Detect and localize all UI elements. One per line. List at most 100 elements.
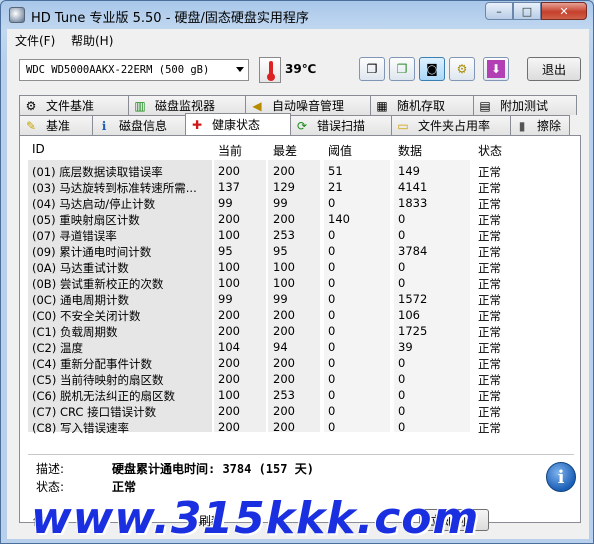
table-row[interactable]: (09) 累计通电时间计数 95 95 0 3784 正常 [28, 242, 572, 259]
tab-file-benchmark[interactable]: ⚙ 文件基准 [19, 95, 129, 115]
cell-data: 0 [398, 228, 406, 242]
tab-label: 附加测试 [500, 99, 549, 113]
tab-label: 文件夹占用率 [418, 119, 491, 133]
table-row[interactable]: (C2) 温度 104 94 0 39 正常 [28, 338, 572, 355]
cell-current: 104 [218, 340, 240, 354]
drive-select[interactable]: WDC WD5000AAKX-22ERM (500 gB) [19, 59, 249, 81]
cell-threshold: 0 [328, 276, 336, 290]
cell-data: 1833 [398, 196, 428, 210]
cell-threshold: 0 [328, 308, 336, 322]
table-row[interactable]: (C8) 写入错误速率 200 200 0 0 正常 [28, 418, 572, 435]
tab-extra-tests[interactable]: ▤ 附加测试 [473, 95, 577, 115]
tab-label: 磁盘监视器 [155, 99, 216, 113]
tab-label: 健康状态 [212, 118, 261, 132]
cell-data: 4141 [398, 180, 428, 194]
save-button[interactable]: ⬇ [483, 57, 509, 81]
menu-file[interactable]: 文件(F) [15, 32, 55, 49]
benchmark-file-icon: ⚙ [25, 98, 37, 113]
tab-folder-usage[interactable]: ▭ 文件夹占用率 [391, 115, 511, 135]
table-row[interactable]: (C4) 重新分配事件计数 200 200 0 0 正常 [28, 354, 572, 371]
random-access-icon: ▦ [376, 98, 388, 113]
tab-benchmark[interactable]: ✎ 基准 [19, 115, 93, 135]
minimize-button[interactable]: – [485, 2, 513, 20]
cell-threshold: 0 [328, 260, 336, 274]
table-row[interactable]: (0B) 尝试重新校正的次数 100 100 0 0 正常 [28, 274, 572, 291]
tab-erase[interactable]: ▮ 擦除 [510, 115, 570, 135]
window-controls: – □ ✕ [485, 2, 587, 20]
tab-disk-info[interactable]: ℹ 磁盘信息 [92, 115, 186, 135]
monitor-icon: ▥ [134, 98, 146, 113]
cell-data: 0 [398, 420, 406, 434]
cell-current: 200 [218, 324, 240, 338]
options-button[interactable]: ⚙ [449, 57, 475, 81]
camera-icon: ◙ [426, 62, 438, 76]
extra-tests-icon: ▤ [479, 98, 491, 113]
header-worst[interactable]: 最差 [273, 142, 297, 159]
settings-icon: ⚙ [456, 62, 468, 76]
table-row[interactable]: (0C) 通电周期计数 99 99 0 1572 正常 [28, 290, 572, 307]
cell-threshold: 0 [328, 244, 336, 258]
copy-screen-button[interactable]: ❐ [389, 57, 415, 81]
exit-button[interactable]: 退出 [527, 57, 581, 81]
table-row[interactable]: (0A) 马达重试计数 100 100 0 0 正常 [28, 258, 572, 275]
close-button[interactable]: ✕ [541, 2, 587, 20]
table-row[interactable]: (04) 马达启动/停止计数 99 99 0 1833 正常 [28, 194, 572, 211]
maximize-button[interactable]: □ [513, 2, 541, 20]
dropdown-arrow-icon [236, 67, 244, 72]
cell-worst: 200 [273, 404, 295, 418]
table-row[interactable]: (C7) CRC 接口错误计数 200 200 0 0 正常 [28, 402, 572, 419]
cell-current: 100 [218, 276, 240, 290]
header-status[interactable]: 状态 [478, 142, 502, 159]
tab-random-access[interactable]: ▦ 随机存取 [370, 95, 474, 115]
tab-disk-monitor[interactable]: ▥ 磁盘监视器 [128, 95, 246, 115]
table-row[interactable]: (C1) 负载周期数 200 200 0 1725 正常 [28, 322, 572, 339]
cell-worst: 200 [273, 164, 295, 178]
copy-screen-icon: ❐ [396, 62, 408, 76]
cell-current: 100 [218, 388, 240, 402]
copy-info-button[interactable]: ❐ [359, 57, 385, 81]
info-icon[interactable]: i [546, 462, 576, 492]
header-threshold[interactable]: 阈值 [328, 142, 352, 159]
copy-info-icon: ❐ [366, 62, 378, 76]
health-cross-icon: ✚ [191, 117, 203, 132]
cell-worst: 99 [273, 196, 288, 210]
cell-worst: 100 [273, 276, 295, 290]
cell-data: 0 [398, 372, 406, 386]
table-row[interactable]: (C5) 当前待映射的扇区数 200 200 0 0 正常 [28, 370, 572, 387]
cell-current: 200 [218, 420, 240, 434]
tab-aam[interactable]: ◀ 自动噪音管理 [245, 95, 371, 115]
cell-data: 0 [398, 212, 406, 226]
cell-worst: 200 [273, 372, 295, 386]
cell-data: 0 [398, 356, 406, 370]
tab-health[interactable]: ✚ 健康状态 [185, 113, 291, 135]
tab-row-bottom: ✎ 基准 ℹ 磁盘信息 ✚ 健康状态 ⟳ 错误扫描 ▭ 文件夹占用率 ▮ 擦除 [19, 113, 570, 135]
cell-worst: 100 [273, 260, 295, 274]
cell-current: 99 [218, 196, 233, 210]
erase-icon: ▮ [518, 118, 526, 133]
table-row[interactable]: (05) 重映射扇区计数 200 200 140 0 正常 [28, 210, 572, 227]
table-row[interactable]: (07) 寻道错误率 100 253 0 0 正常 [28, 226, 572, 243]
table-row[interactable]: (C6) 脱机无法纠正的扇区数 100 253 0 0 正常 [28, 386, 572, 403]
header-data[interactable]: 数据 [398, 142, 422, 159]
table-row[interactable]: (03) 马达旋转到标准转速所需... 137 129 21 4141 正常 [28, 178, 572, 195]
cell-data: 0 [398, 276, 406, 290]
header-current[interactable]: 当前 [218, 142, 242, 159]
cell-threshold: 0 [328, 388, 336, 402]
tab-label: 文件基准 [46, 99, 95, 113]
table-row[interactable]: (01) 底层数据读取错误率 200 200 51 149 正常 [28, 162, 572, 179]
cell-data: 3784 [398, 244, 428, 258]
table-row[interactable]: (C0) 不安全关闭计数 200 200 0 106 正常 [28, 306, 572, 323]
menu-help[interactable]: 帮助(H) [71, 32, 113, 49]
health-panel: ID 当前 最差 阈值 数据 状态 (01) 底层数据读取错误率 200 200 51… [19, 135, 581, 523]
menu-bar: 文件(F) 帮助(H) [7, 29, 589, 51]
save-down-icon: ⬇ [487, 60, 505, 78]
cell-current: 200 [218, 404, 240, 418]
smart-table: ID 当前 最差 阈值 数据 状态 (01) 底层数据读取错误率 200 200 51… [28, 140, 572, 448]
app-icon [9, 7, 25, 23]
screenshot-button[interactable]: ◙ [419, 57, 445, 81]
table-header: ID 当前 最差 阈值 数据 状态 [28, 140, 572, 158]
cell-worst: 253 [273, 388, 295, 402]
cell-threshold: 0 [328, 324, 336, 338]
header-id[interactable]: ID [32, 142, 45, 156]
tab-error-scan[interactable]: ⟳ 错误扫描 [290, 115, 392, 135]
